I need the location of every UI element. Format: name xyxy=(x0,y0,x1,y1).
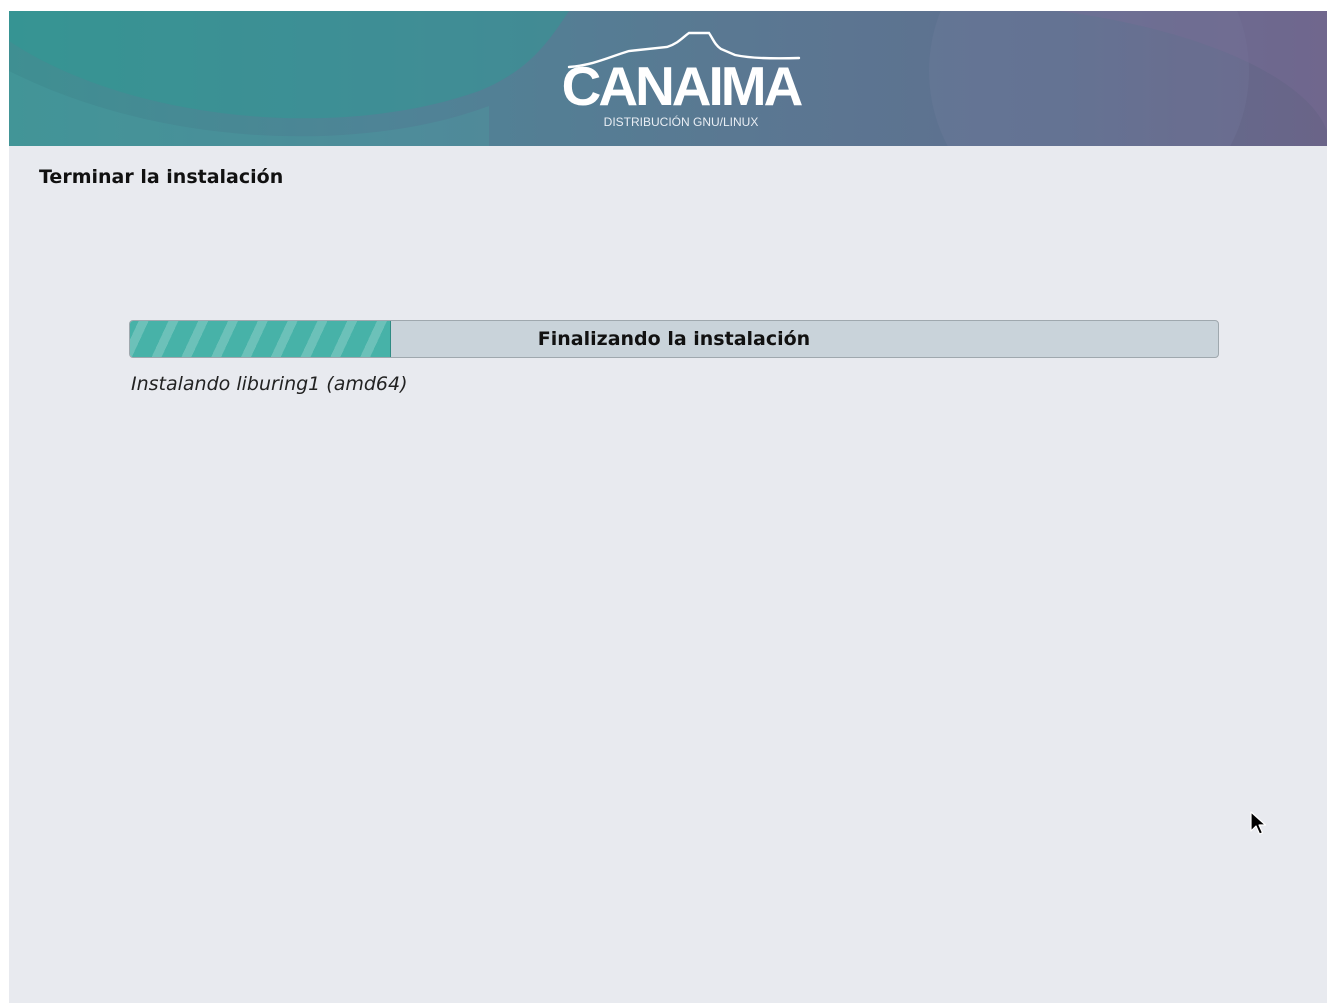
pointer-arrow-icon xyxy=(1250,811,1267,835)
logo-wordmark: CANAIMA xyxy=(561,55,804,117)
header-banner: CANAIMA DISTRIBUCIÓN GNU/LINUX xyxy=(9,11,1327,146)
progress-status-text: Instalando liburing1 (amd64) xyxy=(131,373,408,395)
page-title: Terminar la instalación xyxy=(39,166,284,188)
progress-label: Finalizando la instalación xyxy=(537,328,811,350)
logo-subtitle: DISTRIBUCIÓN GNU/LINUX xyxy=(603,115,759,129)
installation-progress-bar: Finalizando la instalación xyxy=(129,320,1219,358)
canaima-logo: CANAIMA DISTRIBUCIÓN GNU/LINUX xyxy=(549,29,809,139)
installer-window: CANAIMA DISTRIBUCIÓN GNU/LINUX Terminar … xyxy=(9,11,1327,1003)
